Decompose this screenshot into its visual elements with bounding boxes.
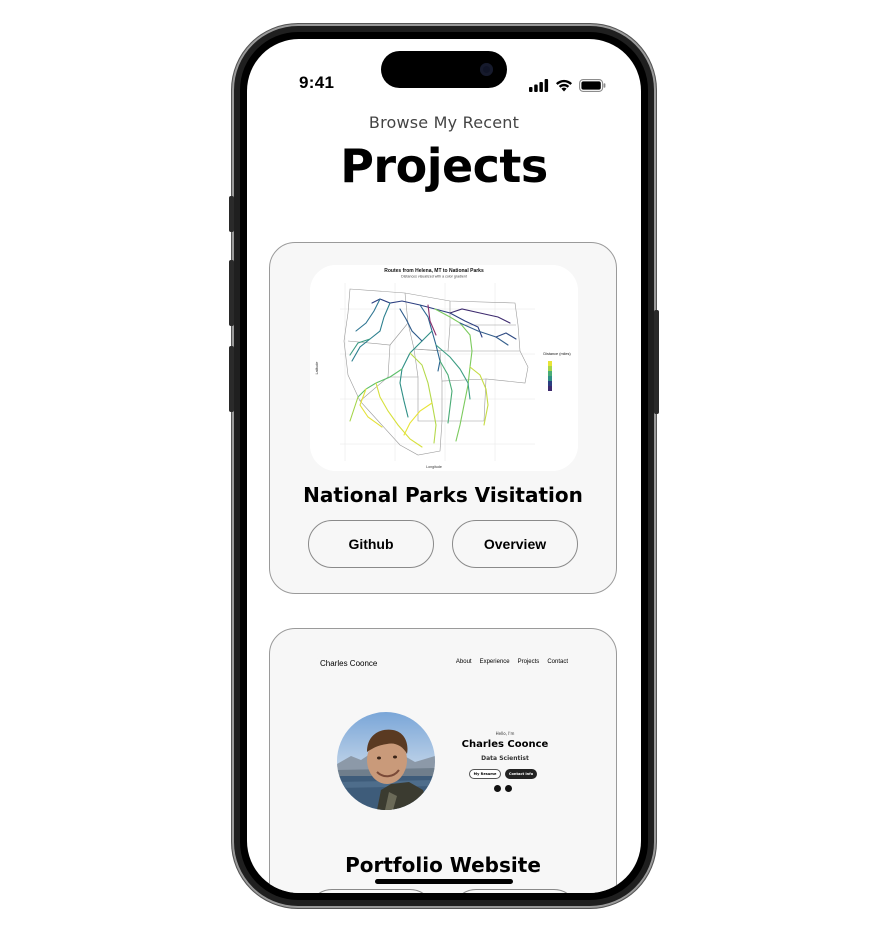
portfolio-brand: Charles Coonce [320,659,378,668]
portfolio-nav-item: About [455,659,472,665]
overview-button[interactable]: Overview [452,520,578,568]
project-card: Routes from Helena, MT to National Parks… [269,242,617,594]
map-subtitle: Distances visualized with a color gradie… [401,275,467,279]
project-card: Charles Coonce About Experience Projects… [269,628,617,893]
project-thumbnail[interactable]: Routes from Helena, MT to National Parks… [310,265,578,471]
github-button[interactable]: Github [308,520,434,568]
project-thumbnail[interactable]: Charles Coonce About Experience Projects… [310,651,578,843]
page-title: Projects [340,139,548,193]
phone-frame: 9:41 Browse My Recent Projects Routes fr… [229,24,659,908]
avatar [337,712,435,810]
status-bar: 9:41 [247,39,641,99]
map-ylabel: Latitude [315,362,319,375]
volume-down-button [229,346,234,412]
portfolio-name: Charles Coonce [461,739,549,750]
wifi-icon [556,79,572,91]
linkedin-icon [494,785,501,792]
github-icon [505,785,512,792]
power-button [654,310,659,414]
project-title: National Parks Visitation [303,483,583,507]
map-legend [548,361,552,391]
portfolio-greeting: Hello, I'm [495,731,515,736]
status-time: 9:41 [299,73,335,92]
route-map-image: Routes from Helena, MT to National Parks… [310,265,578,471]
home-indicator[interactable] [375,879,513,884]
portfolio-role: Data Scientist [481,755,529,762]
overview-button[interactable] [452,889,578,893]
contact-info-button: Contact Info [505,769,537,779]
status-icons [529,78,606,92]
dynamic-island [381,51,507,88]
battery-icon [579,78,606,92]
project-title: Portfolio Website [345,853,541,877]
portfolio-nav: About Experience Projects Contact [456,659,568,665]
github-button[interactable] [308,889,434,893]
resume-button: My Resume [469,769,501,779]
volume-up-button [229,260,234,326]
portfolio-nav-item: Experience [479,659,510,665]
profile-photo [337,712,435,810]
page-subtitle: Browse My Recent [368,113,520,132]
map-xlabel: Longitude [426,465,442,469]
cellular-signal-icon [529,78,549,92]
action-button [229,196,234,232]
portfolio-nav-item: Contact [547,659,568,665]
portfolio-nav-item: Projects [517,659,540,665]
camera-icon [480,63,493,76]
map-title: Routes from Helena, MT to National Parks [384,268,484,274]
screen: 9:41 Browse My Recent Projects Routes fr… [247,39,641,893]
map-legend-title: Distance (miles) [543,352,571,356]
